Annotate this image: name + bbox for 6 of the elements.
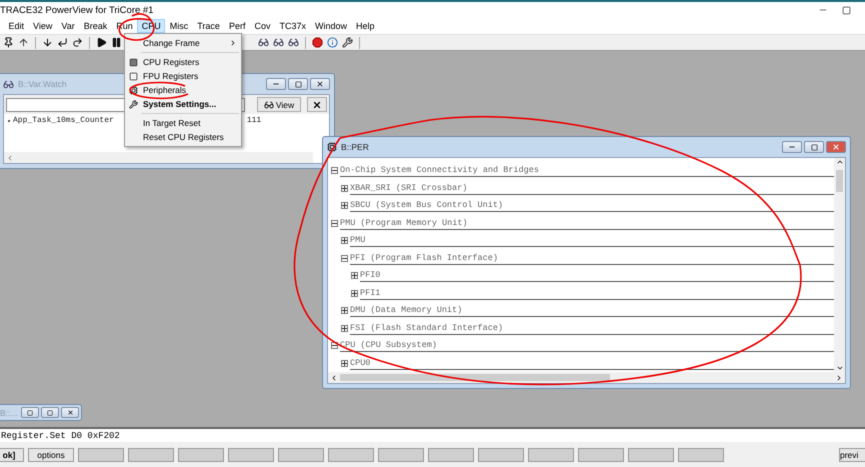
window-title: B::... <box>0 408 18 418</box>
window-title: B::Var.Watch <box>18 79 68 89</box>
window-title: TRACE32 PowerView for TriCore #1 <box>0 4 154 16</box>
window-title: B::PER <box>341 142 370 152</box>
variable-value: 111 <box>246 116 262 125</box>
variable-name: App_Task_10ms_Counter <box>13 116 114 125</box>
